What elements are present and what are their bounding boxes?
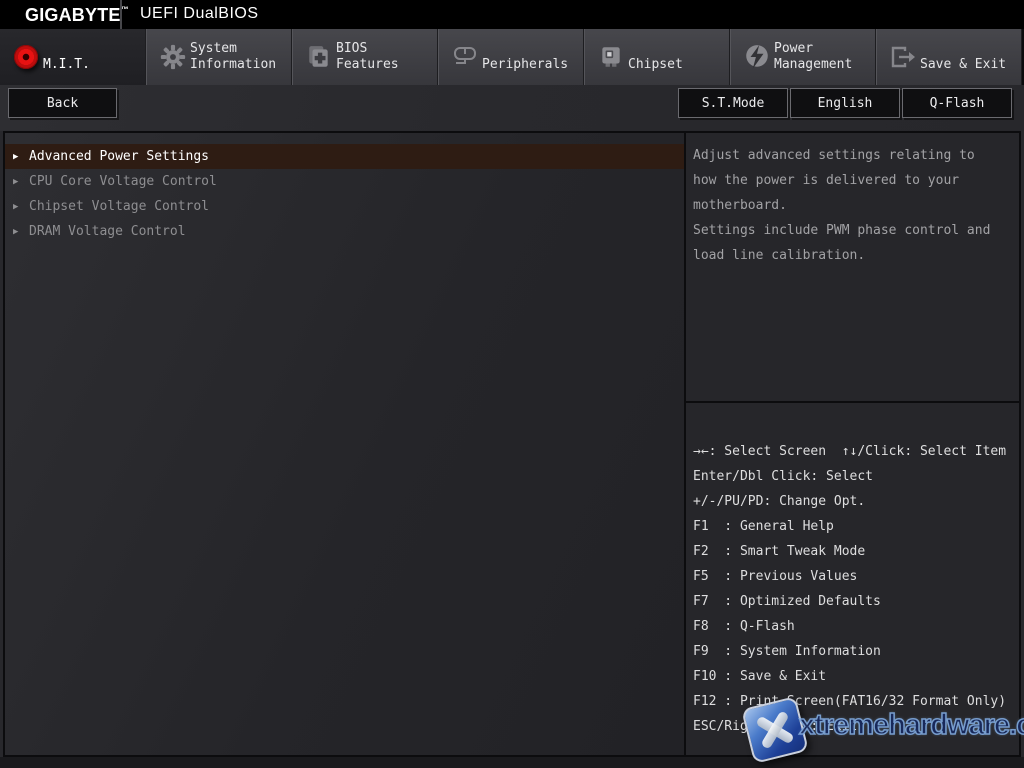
- header-bar: GIGABYTE™ UEFI DualBIOS: [0, 0, 1024, 29]
- key-legend-line: F1 : General Help: [693, 514, 1015, 539]
- power-bolt-icon: [740, 43, 774, 71]
- menu-item-advanced-power-settings[interactable]: ▶ Advanced Power Settings: [5, 144, 684, 169]
- header-divider: [120, 0, 122, 29]
- key-legend-line: F12 : Print Screen(FAT16/32 Format Only): [693, 689, 1015, 714]
- key-legend-line: F5 : Previous Values: [693, 564, 1015, 589]
- qflash-button[interactable]: Q-Flash: [902, 88, 1012, 118]
- tab-label: System Information: [190, 39, 276, 75]
- chip-plus-icon: [302, 44, 336, 70]
- help-line: load line calibration.: [693, 243, 1013, 268]
- toolbar-band: Back S.T.Mode English Q-Flash: [0, 85, 1024, 131]
- key-legend-line: F8 : Q-Flash: [693, 614, 1015, 639]
- key-legend-line: →←: Select Screen ↑↓/Click: Select Item: [693, 439, 1015, 464]
- menu-item-dram-voltage-control[interactable]: ▶ DRAM Voltage Control: [5, 219, 684, 244]
- key-legend-line: F10 : Save & Exit: [693, 664, 1015, 689]
- submenu-arrow-icon: ▶: [13, 152, 29, 162]
- chipset-icon: [594, 44, 628, 70]
- main-panel: ▶ Advanced Power Settings ▶ CPU Core Vol…: [3, 131, 1021, 757]
- exit-door-icon: [886, 44, 920, 70]
- gigabyte-logo: GIGABYTE™: [25, 5, 129, 26]
- menu-item-label: DRAM Voltage Control: [29, 224, 186, 239]
- submenu-arrow-icon: ▶: [13, 227, 29, 237]
- tab-bios-features[interactable]: BIOS Features: [292, 29, 438, 85]
- tab-save-exit[interactable]: Save & Exit: [876, 29, 1022, 85]
- key-legend-line: +/-/PU/PD: Change Opt.: [693, 489, 1015, 514]
- tab-peripherals[interactable]: Peripherals: [438, 29, 584, 85]
- help-line: Adjust advanced settings relating to: [693, 143, 1013, 168]
- tab-label: M.I.T.: [43, 39, 90, 75]
- menu-item-chipset-voltage-control[interactable]: ▶ Chipset Voltage Control: [5, 194, 684, 219]
- tab-chipset[interactable]: Chipset: [584, 29, 730, 85]
- help-line: Settings include PWM phase control and: [693, 218, 1013, 243]
- key-legend-line: ESC/Right Click: Exit: [693, 714, 1015, 739]
- menu-item-label: Chipset Voltage Control: [29, 199, 209, 214]
- settings-menu: ▶ Advanced Power Settings ▶ CPU Core Vol…: [5, 133, 686, 755]
- tab-bar: M.I.T.: [0, 29, 1024, 85]
- bottom-strip: [0, 757, 1024, 768]
- tab-label: Chipset: [628, 39, 683, 75]
- mit-dial-icon: [9, 45, 43, 69]
- key-legend-line: F2 : Smart Tweak Mode: [693, 539, 1015, 564]
- tab-label: Save & Exit: [920, 39, 1006, 75]
- bios-screen: GIGABYTE™ UEFI DualBIOS M.I.T.: [0, 0, 1024, 768]
- tab-label: Peripherals: [482, 39, 568, 75]
- menu-item-label: CPU Core Voltage Control: [29, 174, 217, 189]
- side-panel: Adjust advanced settings relating to how…: [686, 133, 1019, 755]
- help-line: motherboard.: [693, 193, 1013, 218]
- mouse-icon: [448, 44, 482, 70]
- help-text-panel: Adjust advanced settings relating to how…: [686, 133, 1019, 403]
- st-mode-button[interactable]: S.T.Mode: [678, 88, 788, 118]
- gigabyte-logo-text: GIGABYTE: [25, 5, 121, 25]
- tab-mit[interactable]: M.I.T.: [0, 29, 146, 85]
- tab-power-management[interactable]: Power Management: [730, 29, 876, 85]
- key-legend-line: Enter/Dbl Click: Select: [693, 464, 1015, 489]
- submenu-arrow-icon: ▶: [13, 177, 29, 187]
- language-button[interactable]: English: [790, 88, 900, 118]
- tab-label: BIOS Features: [336, 39, 399, 75]
- back-button[interactable]: Back: [8, 88, 117, 118]
- submenu-arrow-icon: ▶: [13, 202, 29, 212]
- gear-icon: [156, 44, 190, 70]
- help-line: how the power is delivered to your: [693, 168, 1013, 193]
- menu-item-cpu-core-voltage-control[interactable]: ▶ CPU Core Voltage Control: [5, 169, 684, 194]
- key-legend-panel: →←: Select Screen ↑↓/Click: Select Item …: [686, 403, 1019, 755]
- product-title: UEFI DualBIOS: [140, 5, 259, 23]
- menu-item-label: Advanced Power Settings: [29, 149, 209, 164]
- key-legend-line: F7 : Optimized Defaults: [693, 589, 1015, 614]
- key-legend-line: F9 : System Information: [693, 639, 1015, 664]
- tab-system-information[interactable]: System Information: [146, 29, 292, 85]
- tab-label: Power Management: [774, 39, 852, 75]
